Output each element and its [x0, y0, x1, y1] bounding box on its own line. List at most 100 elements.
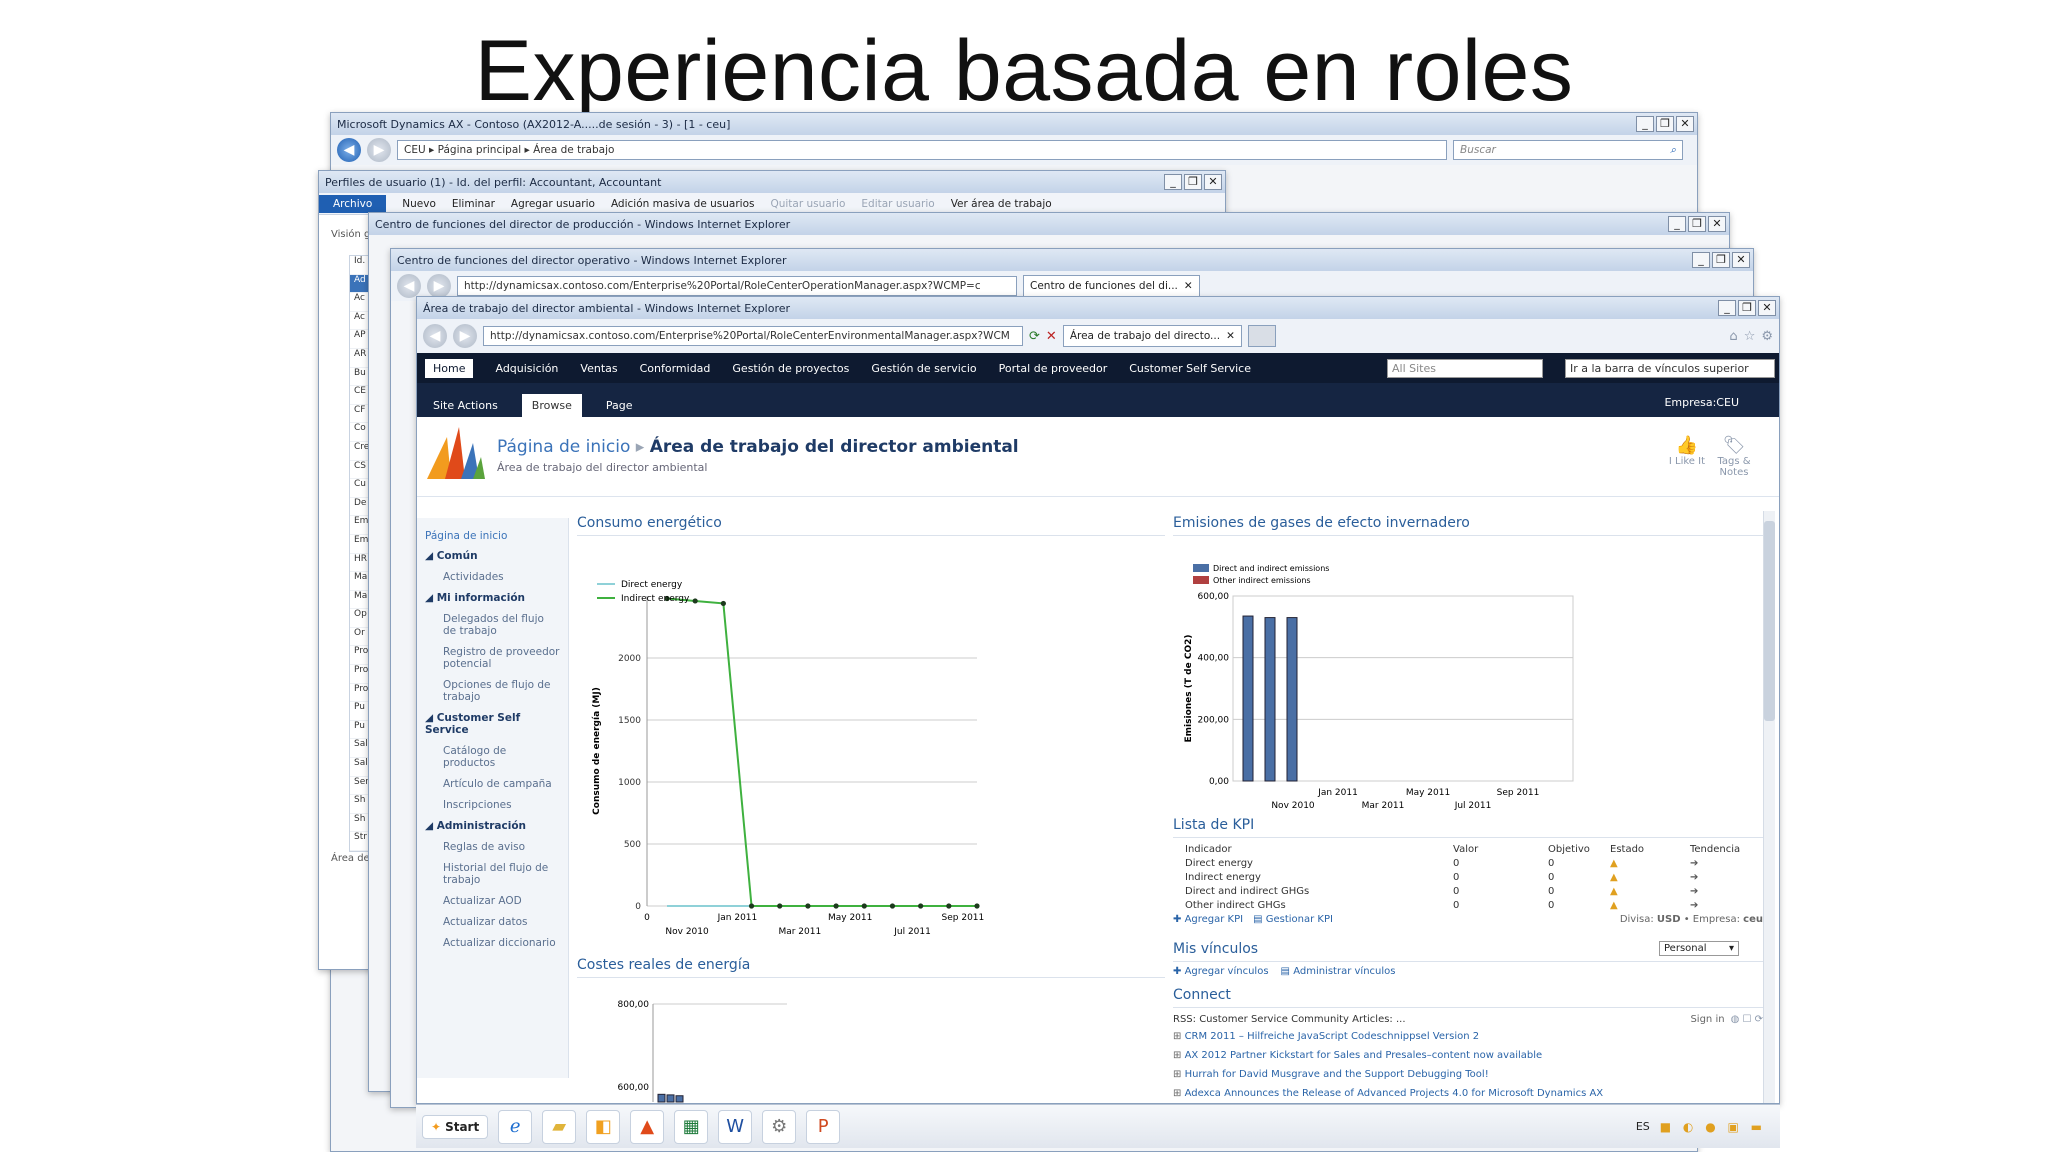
minimize-button[interactable]: _	[1164, 174, 1182, 190]
links-select[interactable]: Personal ▾	[1659, 941, 1739, 956]
quicklaunch-link[interactable]: Historial del flujo de trabajo	[425, 862, 560, 886]
quicklaunch-link[interactable]: Registro de proveedor potencial	[425, 646, 560, 670]
expand-icon[interactable]: ⊞	[1173, 1069, 1185, 1080]
tab-page[interactable]: Page	[596, 394, 643, 417]
quicklaunch-link[interactable]: Delegados del flujo de trabajo	[425, 613, 560, 637]
add-links-link[interactable]: ✚ Agregar vínculos	[1173, 966, 1269, 977]
file-menu-button[interactable]: Archivo	[319, 194, 387, 213]
topnav-item[interactable]: Adquisición	[495, 362, 558, 375]
tags-notes-button[interactable]: 🏷 Tags & Notes	[1713, 435, 1755, 478]
breadcrumb-home-link[interactable]: Página de inicio	[497, 437, 630, 457]
close-button[interactable]: ✕	[1732, 252, 1750, 268]
close-button[interactable]: ✕	[1758, 300, 1776, 316]
start-button[interactable]: ✦ Start	[422, 1114, 489, 1139]
forward-icon[interactable]: ▶	[427, 274, 451, 298]
rss-icon[interactable]: ◍ ☐ ⟳	[1731, 1014, 1763, 1025]
back-icon[interactable]: ◀	[337, 138, 361, 162]
rss-item-link[interactable]: CRM 2011 – Hilfreiche JavaScript Codesch…	[1185, 1031, 1480, 1042]
forward-icon[interactable]: ▶	[367, 138, 391, 162]
minimize-button[interactable]: _	[1636, 116, 1654, 132]
close-button[interactable]: ✕	[1708, 216, 1726, 232]
topnav-home[interactable]: Home	[425, 358, 474, 378]
tab-browse[interactable]: Browse	[521, 394, 582, 417]
folder-icon[interactable]: ▰	[542, 1109, 577, 1144]
topnav-item[interactable]: Customer Self Service	[1129, 362, 1251, 375]
site-scope-select[interactable]: All Sites	[1387, 358, 1543, 378]
close-button[interactable]: ✕	[1676, 116, 1694, 132]
site-actions-menu[interactable]: Site Actions	[423, 394, 508, 417]
toolbar-delete-button[interactable]: Eliminar	[452, 198, 495, 210]
outlook-icon[interactable]: ◧	[586, 1109, 621, 1144]
quicklaunch-link[interactable]: Actividades	[425, 571, 560, 583]
refresh-icon[interactable]: ⟳	[1029, 329, 1040, 344]
manage-links-link[interactable]: ▤ Administrar vínculos	[1281, 966, 1396, 977]
ax-breadcrumb-item[interactable]: Área de trabajo	[533, 144, 614, 156]
rss-item-link[interactable]: Hurrah for David Musgrave and the Suppor…	[1185, 1069, 1489, 1080]
restore-button[interactable]: ❐	[1184, 174, 1202, 190]
toolbar-edit-user-button[interactable]: Editar usuario	[861, 198, 934, 210]
quicklaunch-heading[interactable]: ◢ Mi información	[425, 592, 560, 604]
ie3-tab[interactable]: Área de trabajo del directo... ✕	[1062, 325, 1242, 347]
minimize-button[interactable]: _	[1692, 252, 1710, 268]
quicklaunch-link[interactable]: Reglas de aviso	[425, 841, 560, 853]
word-icon[interactable]: W	[718, 1109, 753, 1144]
add-kpi-link[interactable]: ✚ Agregar KPI	[1173, 914, 1243, 925]
powerpoint-icon[interactable]: P	[806, 1109, 841, 1144]
quicklaunch-link[interactable]: Opciones de flujo de trabajo	[425, 679, 560, 703]
ie3-url-input[interactable]: http://dynamicsax.contoso.com/Enterprise…	[483, 326, 1023, 346]
manage-kpi-link[interactable]: ▤ Gestionar KPI	[1253, 914, 1333, 925]
expand-icon[interactable]: ⊞	[1173, 1031, 1185, 1042]
close-icon[interactable]: ✕	[1226, 330, 1235, 342]
toolbar-add-user-button[interactable]: Agregar usuario	[511, 198, 595, 210]
ax-breadcrumb[interactable]: CEU ▸ Página principal ▸ Área de trabajo	[397, 140, 1447, 160]
topnav-item[interactable]: Portal de proveedor	[999, 362, 1108, 375]
quicklaunch-heading[interactable]: ◢ Común	[425, 550, 560, 562]
toolbar-view-workspace-button[interactable]: Ver área de trabajo	[951, 198, 1052, 210]
sign-in-link[interactable]: Sign in	[1690, 1014, 1724, 1025]
new-tab-button[interactable]	[1247, 325, 1276, 347]
language-indicator[interactable]: ES	[1636, 1120, 1650, 1133]
quicklaunch-link[interactable]: Actualizar AOD	[425, 895, 560, 907]
close-icon[interactable]: ✕	[1184, 280, 1193, 292]
rss-item[interactable]: ⊞ Hurrah for David Musgrave and the Supp…	[1173, 1069, 1763, 1088]
company-selector[interactable]: Empresa:CEU	[1664, 396, 1779, 417]
rss-item-link[interactable]: AX 2012 Partner Kickstart for Sales and …	[1185, 1050, 1543, 1061]
restore-button[interactable]: ❐	[1712, 252, 1730, 268]
toolbar-remove-user-button[interactable]: Quitar usuario	[770, 198, 845, 210]
tools-gear-icon[interactable]: ⚙	[1761, 329, 1773, 344]
vertical-scrollbar[interactable]	[1763, 511, 1775, 1103]
minimize-button[interactable]: _	[1718, 300, 1736, 316]
quicklaunch-heading[interactable]: ◢ Customer Self Service	[425, 712, 560, 736]
stop-icon[interactable]: ✕	[1046, 329, 1057, 344]
topnav-item[interactable]: Gestión de servicio	[871, 362, 976, 375]
quicklaunch-link[interactable]: Página de inicio	[425, 530, 560, 542]
ax-breadcrumb-item[interactable]: CEU	[404, 144, 426, 156]
home-icon[interactable]: ⌂	[1729, 329, 1737, 344]
scrollbar-thumb[interactable]	[1764, 521, 1775, 721]
topnav-item[interactable]: Gestión de proyectos	[732, 362, 849, 375]
quicklaunch-link[interactable]: Actualizar diccionario	[425, 937, 560, 949]
back-icon[interactable]: ◀	[423, 324, 447, 348]
quicklaunch-link[interactable]: Artículo de campaña	[425, 778, 560, 790]
quicklaunch-link[interactable]: Catálogo de productos	[425, 745, 560, 769]
expand-icon[interactable]: ⊞	[1173, 1050, 1185, 1061]
ie2-url-input[interactable]: http://dynamicsax.contoso.com/Enterprise…	[457, 276, 1017, 296]
topnav-search-input[interactable]: Ir a la barra de vínculos superior	[1565, 358, 1775, 378]
favorites-star-icon[interactable]: ☆	[1744, 329, 1756, 344]
minimize-button[interactable]: _	[1668, 216, 1686, 232]
expand-icon[interactable]: ⊞	[1173, 1088, 1185, 1099]
back-icon[interactable]: ◀	[397, 274, 421, 298]
like-it-button[interactable]: 👍 I Like It	[1669, 435, 1705, 467]
forward-icon[interactable]: ▶	[453, 324, 477, 348]
rss-item[interactable]: ⊞ Adexca Announces the Release of Advanc…	[1173, 1088, 1763, 1103]
toolbar-new-button[interactable]: Nuevo	[402, 198, 436, 210]
tray-icons[interactable]: ■ ◐ ● ▣ ▬	[1660, 1120, 1780, 1134]
rss-item[interactable]: ⊞ AX 2012 Partner Kickstart for Sales an…	[1173, 1050, 1763, 1069]
ax-breadcrumb-item[interactable]: Página principal	[438, 144, 522, 156]
excel-icon[interactable]: ▦	[674, 1109, 709, 1144]
topnav-item[interactable]: Ventas	[580, 362, 617, 375]
restore-button[interactable]: ❐	[1738, 300, 1756, 316]
restore-button[interactable]: ❐	[1656, 116, 1674, 132]
quicklaunch-link[interactable]: Inscripciones	[425, 799, 560, 811]
search-icon[interactable]: ⌕	[1670, 144, 1676, 157]
